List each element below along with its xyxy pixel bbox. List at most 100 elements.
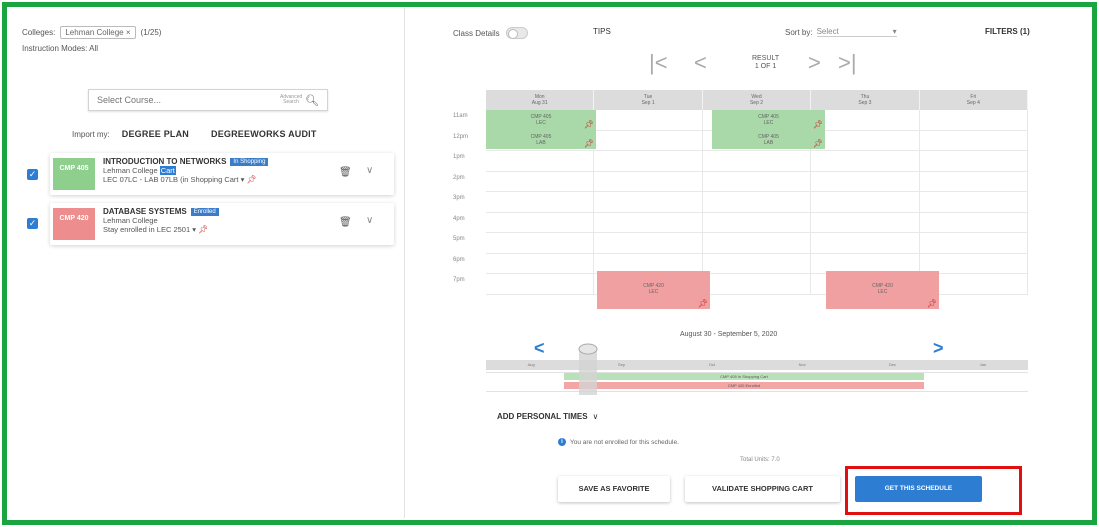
import-row: Import my: DEGREE PLAN DEGREEWORKS AUDIT	[72, 129, 317, 139]
calendar-day-header: Wed Sep 2	[703, 90, 812, 110]
calendar-day-header: Thu Sep 3	[811, 90, 920, 110]
timeline-month: Aug	[527, 362, 535, 367]
calendar-header: Mon Aug 31 Tue Sep 1 Wed Sep 2 Thu Sep 3 Fri…	[486, 90, 1029, 110]
college-label: Colleges:	[22, 28, 56, 37]
first-result-icon[interactable]: |<	[649, 52, 668, 74]
course-sections[interactable]: Stay enrolled in LEC 2501 ▾ 📌︎	[103, 225, 219, 234]
semester-timeline[interactable]: Aug Sep Oct Nov Dec Jan CMP 405 In Shopp…	[486, 360, 1028, 394]
search-icon[interactable]: 🔍︎	[305, 94, 319, 107]
course-checkbox[interactable]: ✓	[27, 218, 38, 229]
week-date-range: August 30 - September 5, 2020	[680, 331, 778, 338]
pin-icon[interactable]: 📌︎	[584, 121, 594, 129]
time-label: 2pm	[453, 174, 465, 181]
course-checkbox[interactable]: ✓	[27, 169, 38, 180]
calendar-day-header: Mon Aug 31	[486, 90, 595, 110]
course-sections[interactable]: LEC 07LC - LAB 07LB (in Shopping Cart ▾ …	[103, 175, 268, 184]
timeline-bar-red: CMP 420 Enrolled	[564, 382, 924, 389]
next-result-icon[interactable]: >	[808, 52, 821, 74]
degreeworks-audit-link[interactable]: DEGREEWORKS AUDIT	[211, 129, 317, 139]
course-info: INTRODUCTION TO NETWORKS In Shopping Leh…	[103, 157, 269, 184]
timeline-month: Oct	[708, 362, 715, 367]
prev-week-icon[interactable]: <	[534, 338, 545, 359]
pin-icon[interactable]: 📌︎	[246, 175, 256, 184]
timeline-bar-green: CMP 405 In Shopping Cart	[564, 373, 924, 380]
pin-icon[interactable]: 📌︎	[584, 140, 594, 148]
time-label: 6pm	[453, 256, 465, 263]
class-details-toggle-row: Class Details	[453, 27, 528, 39]
timeline-slider-handle[interactable]	[577, 341, 599, 397]
calendar-event[interactable]: CMP 405 LAB 📌︎	[712, 130, 825, 149]
chevron-down-icon: ∨	[592, 412, 599, 421]
sort-label: Sort by:	[785, 27, 813, 37]
time-label: 5pm	[453, 236, 465, 242]
time-label: 11am	[453, 113, 468, 119]
college-select[interactable]: Lehman College ×	[60, 26, 136, 39]
advanced-search-link[interactable]: Advanced Search	[280, 95, 302, 105]
result-counter: RESULT 1 OF 1	[752, 55, 780, 70]
class-details-toggle[interactable]	[505, 27, 528, 39]
instruction-modes-row: Instruction Modes: All	[22, 44, 98, 53]
trash-icon[interactable]: 🗑︎	[339, 217, 352, 228]
status-badge: In Shopping	[230, 157, 269, 166]
pin-icon[interactable]: 📌︎	[927, 300, 937, 308]
prev-result-icon[interactable]: <	[694, 52, 707, 74]
calendar-event[interactable]: CMP 420 LEC 📌︎	[597, 271, 710, 309]
course-college: Lehman College	[103, 216, 158, 225]
save-as-favorite-button[interactable]: SAVE AS FAVORITE	[558, 476, 670, 502]
pin-icon[interactable]: 📌︎	[698, 300, 708, 308]
calendar-day-header: Tue Sep 1	[594, 90, 703, 110]
time-label: 4pm	[453, 215, 465, 222]
enrollment-notice: i You are not enrolled for this schedule…	[558, 438, 679, 446]
pin-icon[interactable]: 📌︎	[813, 140, 823, 148]
total-units: Total Units: 7.0	[740, 457, 780, 463]
info-icon: i	[558, 438, 566, 446]
timeline-month: Nov	[798, 362, 806, 367]
filters-button[interactable]: FILTERS (1)	[985, 27, 1030, 36]
last-result-icon[interactable]: >|	[838, 52, 857, 74]
calendar-event[interactable]: CMP 405 LAB 📌︎	[486, 130, 596, 149]
instruction-modes-value[interactable]: All	[89, 44, 98, 53]
tips-link[interactable]: TIPS	[593, 27, 611, 36]
add-personal-times-button[interactable]: ADD PERSONAL TIMES ∨	[497, 412, 598, 421]
course-college: Lehman College Cart	[103, 166, 176, 175]
course-search-input[interactable]	[97, 95, 281, 105]
dropdown-x-icon[interactable]: ×	[126, 28, 131, 37]
instruction-modes-label: Instruction Modes:	[22, 44, 88, 53]
college-filter-row: Colleges: Lehman College × (1/25)	[22, 26, 161, 39]
course-title: DATABASE SYSTEMS Enrolled	[103, 207, 219, 216]
status-badge: Enrolled	[190, 207, 219, 216]
course-card[interactable]: CMP 420 DATABASE SYSTEMS Enrolled Lehman…	[50, 203, 394, 245]
course-info: DATABASE SYSTEMS Enrolled Lehman College…	[103, 207, 219, 234]
highlight-box	[845, 466, 1022, 515]
calendar-day-header: Fri Sep 4	[920, 90, 1029, 110]
course-search[interactable]: Advanced Search 🔍︎	[88, 89, 328, 111]
sort-select[interactable]: Select ▾	[816, 27, 897, 37]
import-label: Import my:	[72, 129, 110, 139]
time-label: 3pm	[453, 195, 465, 201]
calendar-event[interactable]: CMP 405 LEC 📌︎	[486, 110, 596, 130]
degree-plan-link[interactable]: DEGREE PLAN	[122, 129, 189, 139]
calendar-time-labels: 11am 12pm 1pm 2pm 3pm 4pm 5pm 6pm 7pm	[453, 110, 483, 295]
chevron-down-icon[interactable]: ∨	[366, 165, 373, 176]
class-details-label: Class Details	[453, 28, 500, 38]
college-count: (1/25)	[140, 28, 162, 37]
sort-row: Sort by: Select ▾	[785, 27, 897, 37]
timeline-month: Jan	[979, 362, 987, 367]
pin-icon[interactable]: 📌︎	[813, 121, 823, 129]
calendar-event[interactable]: CMP 420 LEC 📌︎	[826, 271, 939, 309]
course-badge: CMP 420	[53, 208, 95, 240]
chevron-down-icon[interactable]: ∨	[366, 215, 373, 226]
timeline-month: Dec	[888, 362, 897, 367]
trash-icon[interactable]: 🗑︎	[339, 167, 352, 178]
course-card[interactable]: CMP 405 INTRODUCTION TO NETWORKS In Shop…	[50, 153, 394, 195]
validate-shopping-cart-button[interactable]: VALIDATE SHOPPING CART	[685, 476, 840, 502]
calendar-event[interactable]: CMP 405 LEC 📌︎	[712, 110, 825, 130]
panel-divider	[404, 8, 405, 518]
timeline-header: Aug Sep Oct Nov Dec Jan	[486, 360, 1028, 370]
pin-icon[interactable]: 📌︎	[198, 225, 208, 234]
time-label: 7pm	[453, 277, 465, 283]
time-label: 1pm	[453, 154, 465, 160]
time-label: 12pm	[453, 133, 469, 140]
next-week-icon[interactable]: >	[933, 338, 944, 359]
course-badge: CMP 405	[53, 158, 95, 190]
